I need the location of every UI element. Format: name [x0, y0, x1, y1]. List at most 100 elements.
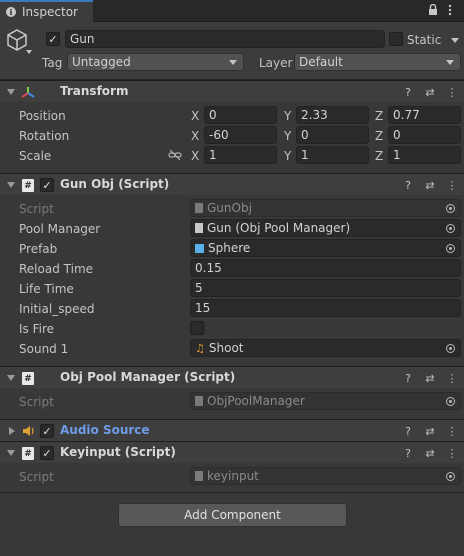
- script-file-icon: [195, 396, 203, 406]
- foldout-arrow-icon[interactable]: [7, 89, 15, 95]
- layer-dropdown[interactable]: Default: [294, 53, 461, 71]
- foldout-arrow-icon[interactable]: [9, 427, 15, 435]
- foldout-arrow-icon[interactable]: [7, 450, 15, 456]
- foldout-arrow-icon[interactable]: [7, 182, 15, 188]
- static-label: Static: [407, 33, 442, 47]
- help-icon[interactable]: ?: [402, 85, 414, 99]
- script-file-icon: [195, 223, 203, 233]
- pool-manager-header[interactable]: # Obj Pool Manager (Script) ? ⇄ ⋮: [0, 366, 464, 388]
- object-picker-icon: [446, 397, 455, 406]
- help-icon[interactable]: ?: [402, 178, 414, 192]
- sound-1-label: Sound 1: [19, 342, 69, 356]
- layer-value: Default: [299, 55, 343, 69]
- scale-x-field[interactable]: 1: [204, 146, 277, 164]
- rotation-y-field[interactable]: 0: [296, 126, 369, 144]
- lock-icon[interactable]: [428, 3, 438, 16]
- foldout-arrow-icon[interactable]: [7, 375, 15, 381]
- position-z-field[interactable]: 0.77: [388, 106, 461, 124]
- gun-obj-script-field: GunObj: [190, 199, 461, 217]
- rotation-z-label[interactable]: Z: [375, 129, 383, 143]
- static-checkbox[interactable]: [389, 32, 403, 46]
- keyinput-script-label: Script: [19, 470, 54, 484]
- tag-value: Untagged: [72, 55, 131, 69]
- csharp-script-icon: #: [22, 372, 34, 385]
- is-fire-checkbox[interactable]: [190, 321, 204, 335]
- keyinput-title: Keyinput (Script): [60, 445, 176, 459]
- object-picker-icon: [446, 472, 455, 481]
- more-options-icon[interactable]: ⋮: [446, 178, 458, 192]
- preset-icon[interactable]: ⇄: [424, 178, 436, 192]
- scale-z-field[interactable]: 1: [388, 146, 461, 164]
- more-options-icon[interactable]: ⋮: [446, 85, 458, 99]
- position-label: Position: [19, 109, 66, 123]
- more-options-icon[interactable]: ⋮: [446, 424, 458, 438]
- divider: [0, 492, 464, 493]
- more-options-icon[interactable]: ⋮: [446, 446, 458, 460]
- audio-source-enabled-checkbox[interactable]: ✓: [40, 424, 54, 438]
- gun-obj-header[interactable]: # ✓ Gun Obj (Script) ? ⇄ ⋮: [0, 173, 464, 195]
- tag-dropdown[interactable]: Untagged: [67, 53, 244, 71]
- preset-icon[interactable]: ⇄: [424, 446, 436, 460]
- object-picker-icon[interactable]: [446, 244, 455, 253]
- audio-source-header[interactable]: ✓ Audio Source ? ⇄ ⋮: [0, 419, 464, 441]
- active-checkbox[interactable]: ✓: [46, 32, 60, 46]
- prefab-field[interactable]: Sphere: [190, 239, 461, 257]
- scale-y-field[interactable]: 1: [296, 146, 369, 164]
- pool-manager-value: Gun (Obj Pool Manager): [207, 221, 351, 235]
- gameobject-header: ✓ Gun Static Tag Untagged Layer Default: [0, 22, 464, 80]
- help-icon[interactable]: ?: [402, 371, 414, 385]
- transform-header[interactable]: Transform ? ⇄ ⋮: [0, 80, 464, 102]
- scale-z-label[interactable]: Z: [375, 149, 383, 163]
- object-picker-icon[interactable]: [446, 224, 455, 233]
- scale-x-label[interactable]: X: [191, 149, 199, 163]
- pool-manager-script-field: ObjPoolManager: [190, 392, 461, 410]
- pool-manager-field[interactable]: Gun (Obj Pool Manager): [190, 219, 461, 237]
- pool-manager-script-value: ObjPoolManager: [207, 394, 305, 408]
- reload-time-field[interactable]: 0.15: [190, 259, 461, 277]
- is-fire-label: Is Fire: [19, 322, 55, 336]
- life-time-label: Life Time: [19, 282, 74, 296]
- position-x-field[interactable]: 0: [204, 106, 277, 124]
- info-icon: i: [6, 7, 16, 17]
- rotation-y-label[interactable]: Y: [284, 129, 291, 143]
- position-x-label[interactable]: X: [191, 109, 199, 123]
- transform-title: Transform: [60, 84, 129, 98]
- keyinput-header[interactable]: # ✓ Keyinput (Script) ? ⇄ ⋮: [0, 441, 464, 463]
- tag-label: Tag: [42, 56, 63, 70]
- life-time-field[interactable]: 5: [190, 279, 461, 297]
- gun-obj-script-label: Script: [19, 202, 54, 216]
- constrain-proportions-icon[interactable]: [168, 149, 182, 161]
- object-picker-icon[interactable]: [446, 344, 455, 353]
- help-icon[interactable]: ?: [402, 446, 414, 460]
- preset-icon[interactable]: ⇄: [424, 371, 436, 385]
- sound-1-value: Shoot: [208, 341, 244, 355]
- keyinput-enabled-checkbox[interactable]: ✓: [40, 446, 54, 460]
- position-z-label[interactable]: Z: [375, 109, 383, 123]
- preset-icon[interactable]: ⇄: [424, 424, 436, 438]
- initial-speed-field[interactable]: 15: [190, 299, 461, 317]
- position-y-label[interactable]: Y: [284, 109, 291, 123]
- object-picker-icon: [446, 204, 455, 213]
- help-icon[interactable]: ?: [402, 424, 414, 438]
- position-y-field[interactable]: 2.33: [296, 106, 369, 124]
- more-options-icon[interactable]: [448, 4, 452, 16]
- static-dropdown-arrow-icon[interactable]: [451, 38, 459, 43]
- rotation-label: Rotation: [19, 129, 70, 143]
- rotation-z-field[interactable]: 0: [388, 126, 461, 144]
- add-component-button[interactable]: Add Component: [118, 503, 347, 527]
- rotation-x-field[interactable]: -60: [204, 126, 277, 144]
- icon-dropdown-arrow-icon[interactable]: [26, 50, 32, 54]
- keyinput-script-field: keyinput: [190, 467, 461, 485]
- csharp-script-icon: #: [22, 179, 34, 192]
- prefab-cube-icon: [195, 243, 204, 253]
- gameobject-name-input[interactable]: Gun: [65, 30, 385, 48]
- gun-obj-enabled-checkbox[interactable]: ✓: [40, 178, 54, 192]
- audio-source-title: Audio Source: [60, 423, 150, 437]
- preset-icon[interactable]: ⇄: [424, 85, 436, 99]
- sound-1-field[interactable]: ♫ Shoot: [190, 339, 461, 357]
- prefab-value: Sphere: [208, 241, 251, 255]
- more-options-icon[interactable]: ⋮: [446, 371, 458, 385]
- tab-inspector[interactable]: i Inspector: [0, 0, 93, 22]
- rotation-x-label[interactable]: X: [191, 129, 199, 143]
- scale-y-label[interactable]: Y: [284, 149, 291, 163]
